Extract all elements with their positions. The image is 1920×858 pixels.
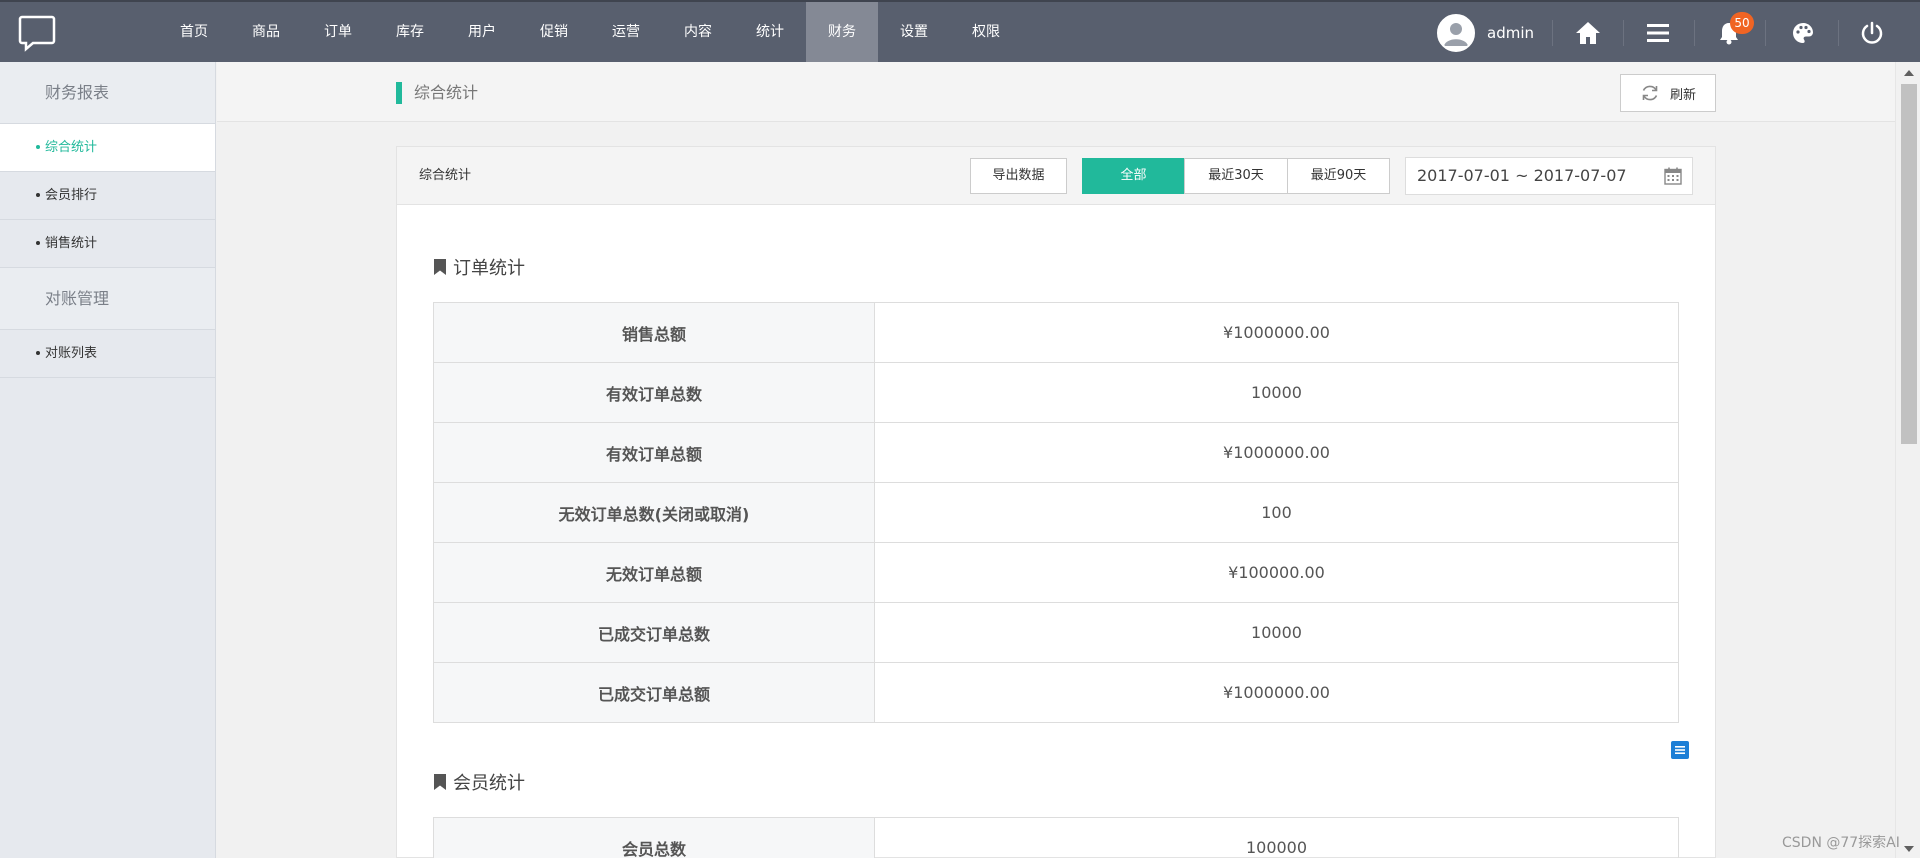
table-row: 无效订单总数(关闭或取消) 100	[433, 482, 1679, 543]
stat-label: 已成交订单总数	[433, 602, 875, 663]
stat-value: 100000	[874, 817, 1679, 858]
username: admin	[1487, 24, 1534, 42]
stat-label: 有效订单总数	[433, 362, 875, 423]
member-stats-title: 会员统计	[433, 769, 525, 795]
sidebar-item[interactable]: 会员排行	[0, 172, 215, 220]
nav-item[interactable]: 内容	[662, 2, 734, 62]
refresh-label: 刷新	[1669, 87, 1696, 103]
table-row: 已成交订单总额 ¥1000000.00	[433, 662, 1679, 723]
stat-label: 已成交订单总额	[433, 662, 875, 723]
stat-label: 会员总数	[433, 817, 875, 858]
bullet-icon	[36, 144, 40, 149]
scroll-thumb[interactable]	[1901, 84, 1917, 444]
stat-value: 10000	[874, 602, 1679, 663]
nav-item[interactable]: 统计	[734, 2, 806, 62]
table-row: 已成交订单总数 10000	[433, 602, 1679, 663]
nav-item[interactable]: 权限	[950, 2, 1022, 62]
range-30-button[interactable]: 最近30天	[1184, 158, 1288, 194]
sidebar-item-label: 会员排行	[45, 188, 98, 203]
bell-icon[interactable]: 50	[1712, 12, 1754, 50]
nav-item[interactable]: 促销	[518, 2, 590, 62]
sidebar-item[interactable]: 销售统计	[0, 220, 215, 268]
divider	[1552, 20, 1553, 46]
divider	[1623, 20, 1624, 46]
nav-item[interactable]: 订单	[302, 2, 374, 62]
nav-item[interactable]: 财务	[806, 2, 878, 62]
bookmark-icon	[434, 259, 446, 275]
notification-badge: 50	[1730, 12, 1754, 34]
scrollbar[interactable]	[1895, 62, 1920, 858]
power-icon[interactable]	[1855, 16, 1889, 50]
scroll-up-icon[interactable]	[1904, 70, 1914, 76]
stat-label: 销售总额	[433, 302, 875, 363]
bullet-icon	[36, 192, 40, 197]
scroll-down-icon[interactable]	[1904, 846, 1914, 852]
nav-item[interactable]: 库存	[374, 2, 446, 62]
nav-item[interactable]: 商品	[230, 2, 302, 62]
order-stats-title: 订单统计	[433, 254, 525, 280]
palette-icon[interactable]	[1786, 16, 1820, 50]
sidebar-group-title[interactable]: 财务报表	[0, 62, 215, 124]
sidebar-item[interactable]: 综合统计	[0, 124, 215, 172]
stat-label: 无效订单总数(关闭或取消)	[433, 482, 875, 543]
divider	[1694, 20, 1695, 46]
bookmark-icon	[434, 774, 446, 790]
page-title: 综合统计	[396, 82, 478, 104]
sidebar-item-label: 综合统计	[45, 140, 98, 155]
stat-value: 10000	[874, 362, 1679, 423]
table-row: 会员总数 100000	[433, 817, 1679, 858]
refresh-icon	[1642, 85, 1658, 101]
range-all-button[interactable]: 全部	[1082, 158, 1185, 194]
nav-item[interactable]: 首页	[158, 2, 230, 62]
sidebar-group-title[interactable]: 对账管理	[0, 268, 215, 330]
range-90-button[interactable]: 最近90天	[1287, 158, 1390, 194]
sidebar: 财务报表综合统计会员排行销售统计对账管理对账列表	[0, 62, 216, 858]
table-row: 有效订单总额 ¥1000000.00	[433, 422, 1679, 483]
user-menu[interactable]: admin	[1437, 14, 1534, 52]
refresh-button[interactable]: 刷新	[1620, 74, 1716, 112]
logo-icon[interactable]	[18, 14, 56, 52]
table-row: 销售总额 ¥1000000.00	[433, 302, 1679, 363]
table-row: 有效订单总数 10000	[433, 362, 1679, 423]
stat-value: 100	[874, 482, 1679, 543]
bullet-icon	[36, 240, 40, 245]
bullet-icon	[36, 350, 40, 355]
nav-item[interactable]: 运营	[590, 2, 662, 62]
stat-value: ¥1000000.00	[874, 422, 1679, 483]
main-nav: 首页 商品 订单 库存 用户 促销 运营 内容 统计 财务 设置 权限	[158, 2, 1022, 62]
stat-value: ¥1000000.00	[874, 302, 1679, 363]
top-navbar: 首页 商品 订单 库存 用户 促销 运营 内容 统计 财务 设置 权限 admin 50	[0, 0, 1920, 62]
order-stats-table: 销售总额 ¥1000000.00 有效订单总数 10000 有效订单总额 ¥1000000…	[433, 302, 1679, 723]
menu-icon[interactable]	[1641, 16, 1675, 50]
member-stats-table: 会员总数 100000	[433, 817, 1679, 858]
date-range-value: 2017-07-01 ~ 2017-07-07	[1417, 166, 1627, 185]
list-icon[interactable]	[1671, 741, 1689, 759]
stats-panel: 综合统计 导出数据 全部 最近30天 最近90天 2017-07-01 ~ 20…	[396, 146, 1716, 858]
order-stats-title-text: 订单统计	[453, 258, 525, 279]
stat-value: ¥100000.00	[874, 542, 1679, 603]
stat-label: 有效订单总额	[433, 422, 875, 483]
nav-item[interactable]: 用户	[446, 2, 518, 62]
avatar	[1437, 14, 1475, 52]
divider	[1765, 20, 1766, 46]
export-button[interactable]: 导出数据	[970, 158, 1067, 194]
divider	[1838, 20, 1839, 46]
table-row: 无效订单总额 ¥100000.00	[433, 542, 1679, 603]
calendar-icon[interactable]	[1664, 167, 1682, 185]
member-stats-title-text: 会员统计	[453, 773, 525, 794]
stat-label: 无效订单总额	[433, 542, 875, 603]
nav-item[interactable]: 设置	[878, 2, 950, 62]
home-icon[interactable]	[1571, 16, 1605, 50]
sidebar-item-label: 销售统计	[45, 236, 98, 251]
stat-value: ¥1000000.00	[874, 662, 1679, 723]
panel-title: 综合统计	[419, 168, 472, 183]
panel-header: 综合统计 导出数据 全部 最近30天 最近90天 2017-07-01 ~ 20…	[397, 147, 1715, 205]
sidebar-item[interactable]: 对账列表	[0, 330, 215, 378]
sidebar-item-label: 对账列表	[45, 346, 98, 361]
content-header: 综合统计 刷新	[217, 62, 1895, 122]
watermark: CSDN @77探索AI	[1782, 835, 1900, 851]
date-range-input[interactable]: 2017-07-01 ~ 2017-07-07	[1405, 157, 1693, 195]
